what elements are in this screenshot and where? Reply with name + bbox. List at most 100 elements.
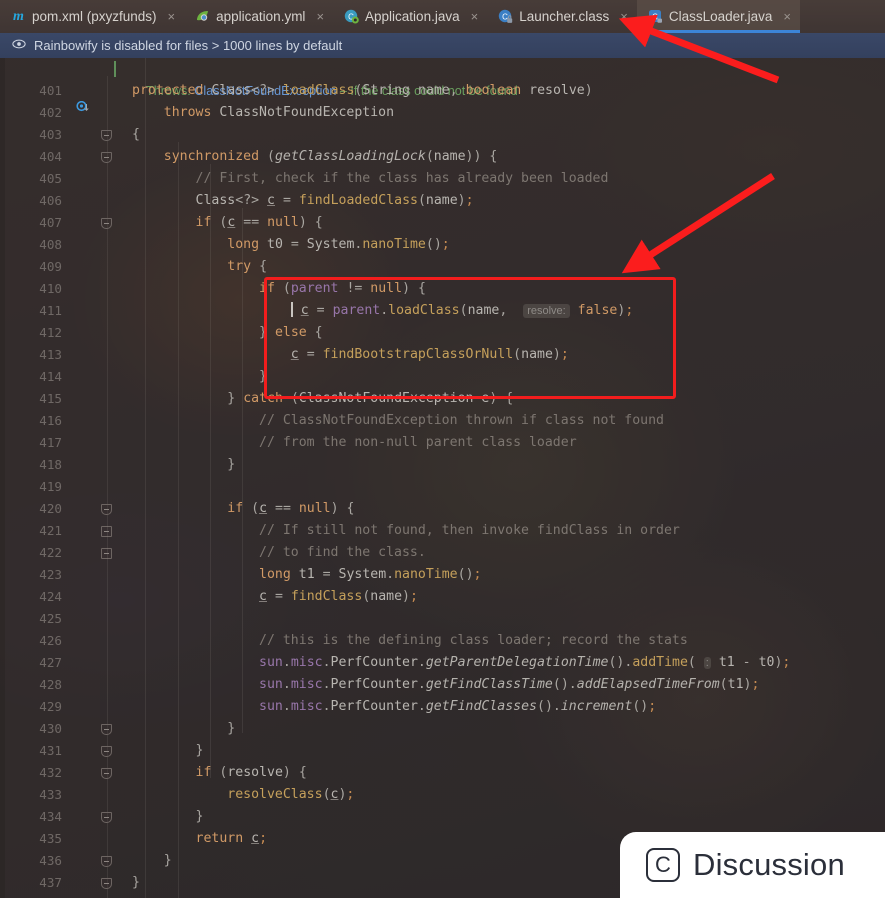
- line-number: 413: [39, 347, 62, 362]
- code-line[interactable]: 431 }: [0, 740, 885, 762]
- fold-toggle-icon[interactable]: [101, 152, 112, 163]
- line-number: 403: [39, 127, 62, 142]
- maven-icon: m: [13, 9, 24, 24]
- line-number: 414: [39, 369, 62, 384]
- notification-message: Rainbowify is disabled for files > 1000 …: [34, 38, 343, 53]
- line-number: 404: [39, 149, 62, 164]
- line-number: 410: [39, 281, 62, 296]
- fold-toggle-icon[interactable]: [101, 746, 112, 757]
- line-number: 435: [39, 831, 62, 846]
- fold-toggle-icon[interactable]: [101, 768, 112, 779]
- line-number: 426: [39, 633, 62, 648]
- tab-pom-xml[interactable]: m pom.xml (pxyzfunds) ×: [0, 0, 184, 33]
- code-line[interactable]: 432 if (resolve) {: [0, 762, 885, 784]
- line-number: 423: [39, 567, 62, 582]
- code-text: sun.misc.PerfCounter.getFindClassTime().…: [259, 677, 760, 692]
- code-line[interactable]: 423 long t1 = System.nanoTime();: [0, 564, 885, 586]
- code-text: {: [132, 127, 140, 142]
- tab-application-yml[interactable]: application.yml ×: [184, 0, 333, 33]
- fold-toggle-icon[interactable]: [101, 218, 112, 229]
- fold-toggle-icon[interactable]: [101, 812, 112, 823]
- line-number: 411: [39, 303, 62, 318]
- indent-guide: [210, 164, 211, 778]
- code-line[interactable]: 418 }: [0, 454, 885, 476]
- code-line[interactable]: 428 sun.misc.PerfCounter.getFindClassTim…: [0, 674, 885, 696]
- code-line[interactable]: 429 sun.misc.PerfCounter.getFindClasses(…: [0, 696, 885, 718]
- tab-close-icon[interactable]: ×: [168, 9, 176, 24]
- code-line[interactable]: 403 {: [0, 124, 885, 146]
- line-number: 430: [39, 721, 62, 736]
- tab-label: Launcher.class: [519, 9, 610, 24]
- arrow-pointing-to-highlighted-code: [621, 173, 775, 274]
- code-text: if (c == null) {: [195, 215, 323, 230]
- line-number: 409: [39, 259, 62, 274]
- fold-toggle-icon[interactable]: [101, 504, 112, 515]
- code-line[interactable]: 430 }: [0, 718, 885, 740]
- code-line[interactable]: 419: [0, 476, 885, 498]
- code-text: }: [195, 809, 204, 824]
- line-number: 437: [39, 875, 62, 890]
- code-text: // this is the defining class loader; re…: [259, 633, 688, 648]
- code-text: try {: [227, 259, 268, 274]
- code-line[interactable]: 402 throws ClassNotFoundException: [0, 102, 885, 124]
- code-line[interactable]: 420 if (c == null) {: [0, 498, 885, 520]
- code-text: }: [132, 875, 140, 890]
- fold-toggle-icon[interactable]: [101, 878, 112, 889]
- code-text: sun.misc.PerfCounter.getParentDelegation…: [259, 655, 791, 670]
- line-number: 415: [39, 391, 62, 406]
- line-number: 429: [39, 699, 62, 714]
- line-number: 431: [39, 743, 62, 758]
- code-line[interactable]: 422 // to find the class.: [0, 542, 885, 564]
- discussion-watermark: C Discussion: [620, 832, 885, 898]
- code-line[interactable]: 424 c = findClass(name);: [0, 586, 885, 608]
- code-line[interactable]: 426 // this is the defining class loader…: [0, 630, 885, 652]
- line-number: 419: [39, 479, 62, 494]
- code-line[interactable]: 421 // If still not found, then invoke f…: [0, 520, 885, 542]
- code-text: protected Class<?> loadClass(String name…: [132, 83, 593, 98]
- code-line[interactable]: 404 synchronized (getClassLoadingLock(na…: [0, 146, 885, 168]
- fold-toggle-icon[interactable]: [101, 856, 112, 867]
- line-number: 402: [39, 105, 62, 120]
- code-line[interactable]: 417 // from the non-null parent class lo…: [0, 432, 885, 454]
- tab-label: application.yml: [216, 9, 306, 24]
- tab-application-java[interactable]: C Application.java ×: [333, 0, 487, 33]
- tab-close-icon[interactable]: ×: [471, 9, 479, 24]
- code-text: c = findClass(name);: [259, 589, 418, 604]
- fold-toggle-icon[interactable]: [101, 130, 112, 141]
- fold-toggle-icon[interactable]: [101, 724, 112, 735]
- tab-label: pom.xml (pxyzfunds): [32, 9, 157, 24]
- code-text: // First, check if the class has already…: [195, 171, 609, 186]
- line-number: 408: [39, 237, 62, 252]
- line-number: 412: [39, 325, 62, 340]
- indent-guide: [145, 58, 146, 898]
- line-number: 436: [39, 853, 62, 868]
- arrow-pointing-to-classloader-tab: [618, 14, 780, 84]
- code-line[interactable]: 433 resolveClass(c);: [0, 784, 885, 806]
- override-method-icon[interactable]: [76, 100, 89, 114]
- code-text: long t0 = System.nanoTime();: [227, 237, 450, 252]
- code-line[interactable]: 434 }: [0, 806, 885, 828]
- indent-guide: [178, 142, 179, 898]
- line-number: 418: [39, 457, 62, 472]
- line-number: 422: [39, 545, 62, 560]
- code-text: resolveClass(c);: [227, 787, 355, 802]
- line-number: 424: [39, 589, 62, 604]
- code-line[interactable]: 425: [0, 608, 885, 630]
- line-number: 433: [39, 787, 62, 802]
- code-text: }: [195, 743, 204, 758]
- code-text: // ClassNotFoundException thrown if clas…: [259, 413, 664, 428]
- code-text: Class<?> c = findLoadedClass(name);: [195, 193, 474, 208]
- eye-icon: [12, 37, 26, 54]
- code-text: }: [163, 853, 172, 868]
- code-text: long t1 = System.nanoTime();: [259, 567, 482, 582]
- code-line[interactable]: 416 // ClassNotFoundException thrown if …: [0, 410, 885, 432]
- throws-doc-hint: Throws: ClassNotFoundException – If the …: [114, 58, 518, 98]
- line-number: 401: [39, 83, 62, 98]
- code-text: // If still not found, then invoke findC…: [259, 523, 680, 538]
- line-number: 405: [39, 171, 62, 186]
- discussion-c-icon: C: [646, 848, 680, 882]
- line-number: 434: [39, 809, 62, 824]
- line-number: 425: [39, 611, 62, 626]
- code-line[interactable]: 427 sun.misc.PerfCounter.getParentDelega…: [0, 652, 885, 674]
- tab-close-icon[interactable]: ×: [316, 9, 324, 24]
